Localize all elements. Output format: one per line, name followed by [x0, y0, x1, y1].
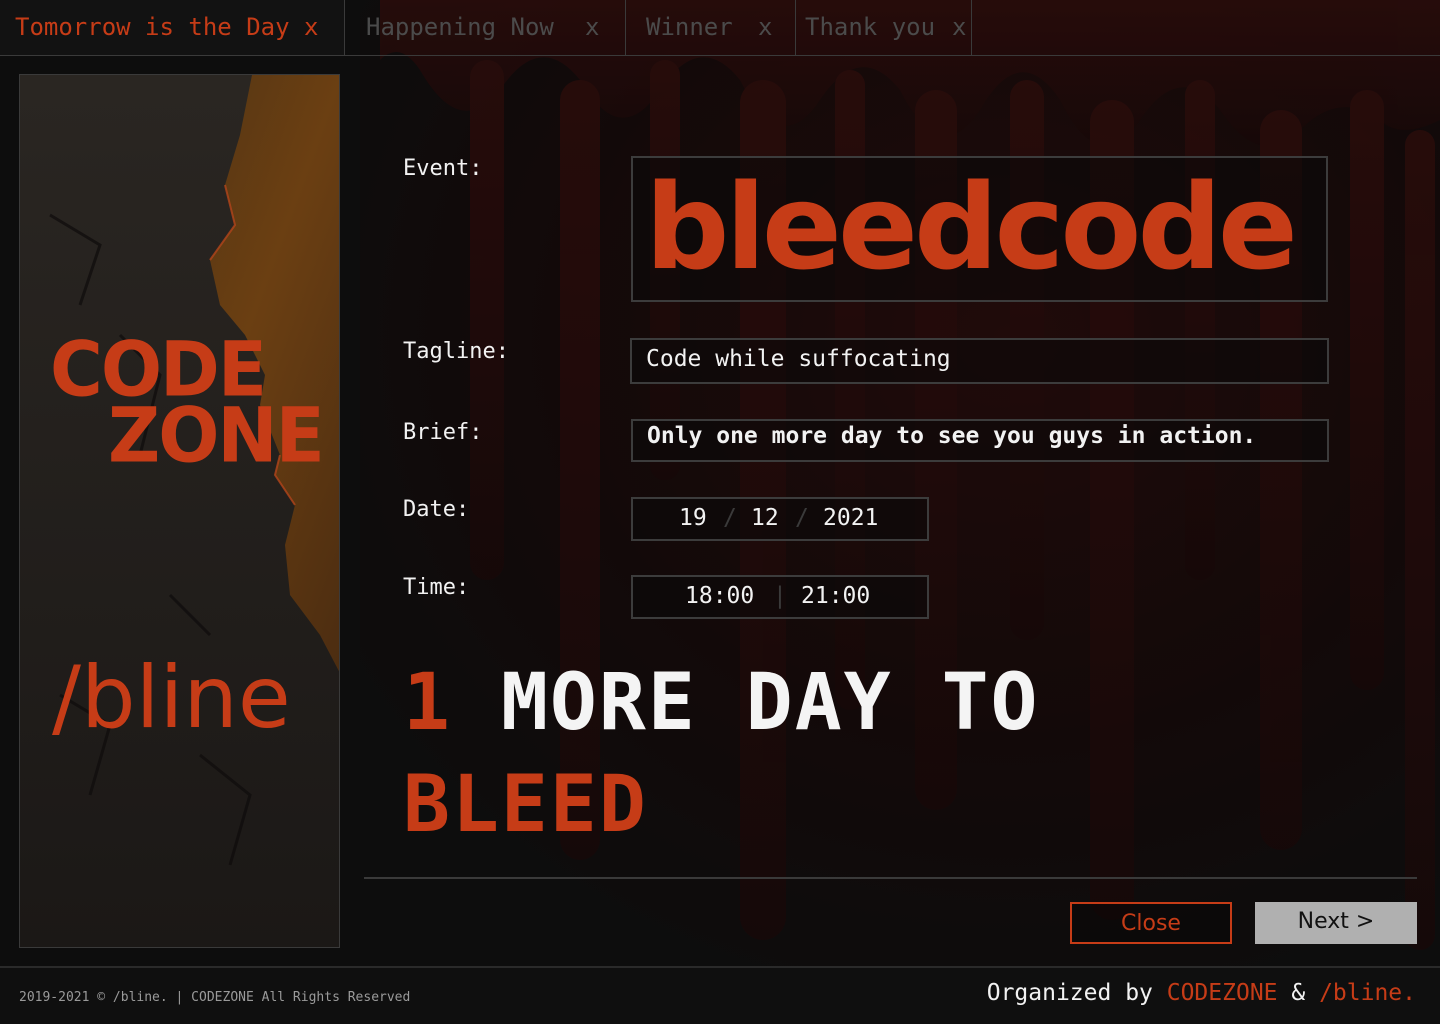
- tab-label: Thank you: [805, 13, 936, 41]
- date-year[interactable]: 2021: [823, 505, 878, 531]
- date-separator: /: [723, 505, 737, 531]
- tab-close-icon[interactable]: x: [585, 0, 599, 54]
- event-poster: CODE ZONE /bline: [19, 74, 340, 948]
- time-end[interactable]: 21:00: [801, 583, 870, 609]
- event-name-value: bleedcode: [645, 158, 1298, 296]
- organizer-ampersand: &: [1277, 980, 1320, 1006]
- tab-label: Winner: [646, 13, 733, 41]
- time-start[interactable]: 18:00: [685, 583, 754, 609]
- organized-by: Organized by CODEZONE & /bline.: [987, 980, 1416, 1006]
- codezone-logo-line2: ZONE: [108, 390, 325, 480]
- tab-close-icon[interactable]: x: [304, 0, 318, 54]
- date-label: Date:: [403, 497, 470, 522]
- date-day[interactable]: 19: [679, 505, 707, 531]
- time-field[interactable]: 18:00 | 21:00: [631, 575, 929, 619]
- close-button[interactable]: Close: [1070, 902, 1232, 944]
- tab-happening-now[interactable]: Happening Now x: [345, 0, 626, 55]
- tagline-label: Tagline:: [403, 339, 509, 364]
- brief-value: Only one more day to see you guys in act…: [647, 423, 1257, 449]
- next-button[interactable]: Next >: [1255, 902, 1417, 944]
- countdown-last-word: BLEED: [403, 760, 648, 850]
- app-root: Tomorrow is the Day x Happening Now x Wi…: [0, 0, 1440, 1024]
- bline-logo: /bline: [52, 648, 291, 748]
- brief-label: Brief:: [403, 420, 483, 445]
- tagline-field[interactable]: Code while suffocating: [630, 338, 1329, 384]
- event-name-field[interactable]: bleedcode: [631, 156, 1328, 302]
- tab-winner[interactable]: Winner x: [626, 0, 796, 55]
- tab-close-icon[interactable]: x: [952, 0, 966, 54]
- tab-tomorrow-is-the-day[interactable]: Tomorrow is the Day x: [0, 0, 345, 55]
- time-label: Time:: [403, 575, 470, 600]
- organized-prefix: Organized by: [986, 980, 1167, 1006]
- countdown-headline: 1 MORE DAY TO BLEED: [403, 652, 1040, 856]
- tab-thank-you[interactable]: Thank you x: [796, 0, 972, 55]
- tab-label: Tomorrow is the Day: [15, 13, 290, 41]
- actions-divider: [364, 877, 1417, 879]
- organizer-bline: /bline.: [1319, 980, 1416, 1006]
- tab-close-icon[interactable]: x: [758, 0, 772, 54]
- time-separator: |: [773, 583, 787, 609]
- tab-bar: Tomorrow is the Day x Happening Now x Wi…: [0, 0, 1440, 56]
- countdown-number: 1: [403, 658, 452, 748]
- organizer-codezone: CODEZONE: [1166, 980, 1278, 1006]
- date-month[interactable]: 12: [751, 505, 779, 531]
- footer: 2019-2021 © /bline. | CODEZONE All Right…: [0, 966, 1440, 1024]
- event-label: Event:: [403, 156, 483, 181]
- tab-label: Happening Now: [366, 13, 554, 41]
- countdown-middle-text: MORE DAY TO: [500, 658, 1040, 748]
- date-field[interactable]: 19 / 12 / 2021: [631, 497, 929, 541]
- poster-rock-art: [20, 75, 339, 947]
- date-separator: /: [795, 505, 809, 531]
- brief-field[interactable]: Only one more day to see you guys in act…: [631, 419, 1329, 462]
- tagline-value: Code while suffocating: [646, 346, 951, 372]
- copyright-text: 2019-2021 © /bline. | CODEZONE All Right…: [19, 990, 411, 1005]
